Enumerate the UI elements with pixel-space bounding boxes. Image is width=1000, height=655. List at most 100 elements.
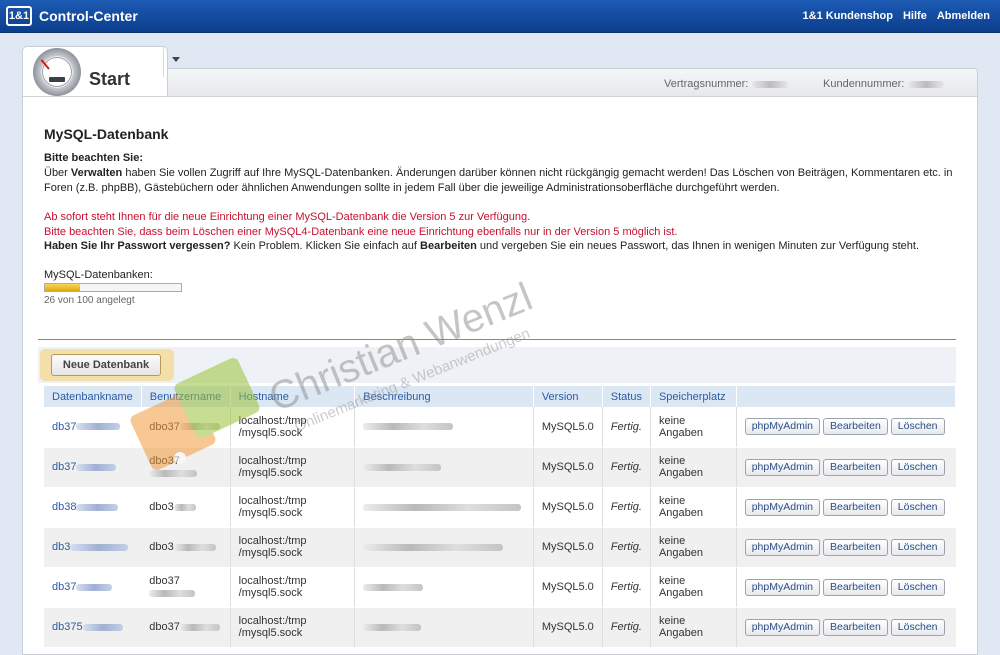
edit-button[interactable]: Bearbeiten <box>823 618 888 636</box>
storage-cell: keine Angaben <box>649 527 737 568</box>
db-name-cell[interactable]: db37 <box>44 447 142 488</box>
description-cell <box>354 527 534 568</box>
gauge-icon <box>33 48 81 96</box>
version-cell: MySQL5.0 <box>532 607 603 648</box>
status-cell: Fertig. <box>601 487 651 528</box>
start-tab[interactable]: Start <box>22 46 180 96</box>
version-cell: MySQL5.0 <box>532 527 603 568</box>
nav-logout-link[interactable]: Abmelden <box>937 10 990 22</box>
chevron-down-icon[interactable] <box>163 47 187 77</box>
phpmyadmin-button[interactable]: phpMyAdmin <box>744 538 820 556</box>
delete-button[interactable]: Löschen <box>890 538 945 556</box>
quota-progress-bar <box>44 283 182 292</box>
username-cell: dbo37 <box>141 607 231 648</box>
top-nav: 1&1 Kundenshop Hilfe Abmelden <box>803 10 990 22</box>
storage-cell: keine Angaben <box>649 447 737 488</box>
start-tab-label: Start <box>89 69 131 89</box>
table-toolbar <box>38 347 956 383</box>
table-row: db38 dbo3 localhost:/tmp/mysql5.sock MySQL5… <box>44 487 956 528</box>
username-cell: dbo37 <box>141 567 231 608</box>
quota-text: 26 von 100 angelegt <box>44 295 135 306</box>
version-notice: Ab sofort steht Ihnen für die neue Einri… <box>44 211 531 223</box>
edit-button[interactable]: Bearbeiten <box>823 418 888 436</box>
username-cell: dbo3 <box>141 527 231 568</box>
nav-help-link[interactable]: Hilfe <box>903 10 927 22</box>
db-name-cell[interactable]: db375 <box>44 607 142 648</box>
password-hint: Haben Sie Ihr Passwort vergessen? Kein P… <box>44 240 919 252</box>
description-cell <box>354 487 534 528</box>
db-name-cell[interactable]: db3 <box>44 527 142 568</box>
actions-cell: phpMyAdmin Bearbeiten Löschen <box>735 447 956 488</box>
status-cell: Fertig. <box>601 567 651 608</box>
top-bar: 1&1 Control-Center 1&1 Kundenshop Hilfe … <box>0 0 1000 33</box>
col-hostname[interactable]: Hostname <box>230 386 356 407</box>
hostname-cell: localhost:/tmp/mysql5.sock <box>229 487 355 528</box>
col-username[interactable]: Benutzername <box>141 386 231 407</box>
version-cell: MySQL5.0 <box>532 447 603 488</box>
status-cell: Fertig. <box>601 607 651 648</box>
version-cell: MySQL5.0 <box>532 567 603 608</box>
database-table: Datenbankname Benutzername Hostname Besc… <box>44 386 957 648</box>
app-title: Control-Center <box>39 8 138 24</box>
delete-button[interactable]: Löschen <box>890 418 945 436</box>
contract-number-value-redacted <box>752 80 789 88</box>
hostname-cell: localhost:/tmp/mysql5.sock <box>229 447 355 488</box>
table-header-row: Datenbankname Benutzername Hostname Besc… <box>44 386 957 407</box>
actions-cell: phpMyAdmin Bearbeiten Löschen <box>735 407 956 448</box>
phpmyadmin-button[interactable]: phpMyAdmin <box>744 458 820 476</box>
contract-number: Vertragsnummer: <box>664 78 789 90</box>
col-version[interactable]: Version <box>533 386 603 407</box>
edit-button[interactable]: Bearbeiten <box>823 498 888 516</box>
actions-cell: phpMyAdmin Bearbeiten Löschen <box>735 567 956 608</box>
col-actions <box>736 386 957 407</box>
edit-button[interactable]: Bearbeiten <box>823 578 888 596</box>
table-row: db37 dbo37 localhost:/tmp/mysql5.sock MySQL… <box>44 567 956 608</box>
status-cell: Fertig. <box>601 447 651 488</box>
new-database-button[interactable]: Neue Datenbank <box>51 354 161 376</box>
table-row: db37 dbo37 localhost:/tmp/mysql5.sock MySQL… <box>44 407 956 448</box>
col-description[interactable]: Beschreibung <box>354 386 534 407</box>
table-row: db3 dbo3 localhost:/tmp/mysql5.sock MySQL5.… <box>44 527 956 568</box>
hostname-cell: localhost:/tmp/mysql5.sock <box>229 567 355 608</box>
phpmyadmin-button[interactable]: phpMyAdmin <box>744 578 820 596</box>
delete-notice: Bitte beachten Sie, dass beim Löschen ei… <box>44 226 678 238</box>
hostname-cell: localhost:/tmp/mysql5.sock <box>229 407 355 448</box>
actions-cell: phpMyAdmin Bearbeiten Löschen <box>735 607 956 648</box>
contract-number-label: Vertragsnummer: <box>664 78 749 90</box>
brand-logo[interactable]: 1&1 <box>6 6 32 26</box>
col-storage[interactable]: Speicherplatz <box>650 386 737 407</box>
phpmyadmin-button[interactable]: phpMyAdmin <box>744 418 820 436</box>
status-cell: Fertig. <box>601 407 651 448</box>
hostname-cell: localhost:/tmp/mysql5.sock <box>229 527 355 568</box>
table-row: db37 dbo37 localhost:/tmp/mysql5.sock MySQL… <box>44 447 956 488</box>
phpmyadmin-button[interactable]: phpMyAdmin <box>744 498 820 516</box>
description-cell <box>354 567 534 608</box>
divider <box>38 339 956 340</box>
page-title: MySQL-Datenbank <box>44 126 169 142</box>
edit-button[interactable]: Bearbeiten <box>823 458 888 476</box>
quota-label: MySQL-Datenbanken: <box>44 269 153 281</box>
col-dbname[interactable]: Datenbankname <box>44 386 142 407</box>
table-row: db375 dbo37 localhost:/tmp/mysql5.sock MySQ… <box>44 607 956 648</box>
version-cell: MySQL5.0 <box>532 487 603 528</box>
db-name-cell[interactable]: db38 <box>44 487 142 528</box>
db-name-cell[interactable]: db37 <box>44 567 142 608</box>
username-cell: dbo37 <box>141 447 231 488</box>
nav-kundenshop-link[interactable]: 1&1 Kundenshop <box>803 10 893 22</box>
username-cell: dbo37 <box>141 407 231 448</box>
col-status[interactable]: Status <box>602 386 651 407</box>
delete-button[interactable]: Löschen <box>890 578 945 596</box>
edit-button[interactable]: Bearbeiten <box>823 538 888 556</box>
storage-cell: keine Angaben <box>649 487 737 528</box>
delete-button[interactable]: Löschen <box>890 498 945 516</box>
hostname-cell: localhost:/tmp/mysql5.sock <box>229 607 355 648</box>
delete-button[interactable]: Löschen <box>890 458 945 476</box>
customer-number: Kundennummer: <box>823 78 945 90</box>
actions-cell: phpMyAdmin Bearbeiten Löschen <box>735 527 956 568</box>
actions-cell: phpMyAdmin Bearbeiten Löschen <box>735 487 956 528</box>
db-name-cell[interactable]: db37 <box>44 407 142 448</box>
notice-heading: Bitte beachten Sie: <box>44 152 144 164</box>
phpmyadmin-button[interactable]: phpMyAdmin <box>744 618 820 636</box>
notice-text: Über Verwalten haben Sie vollen Zugriff … <box>44 167 953 194</box>
delete-button[interactable]: Löschen <box>890 618 945 636</box>
